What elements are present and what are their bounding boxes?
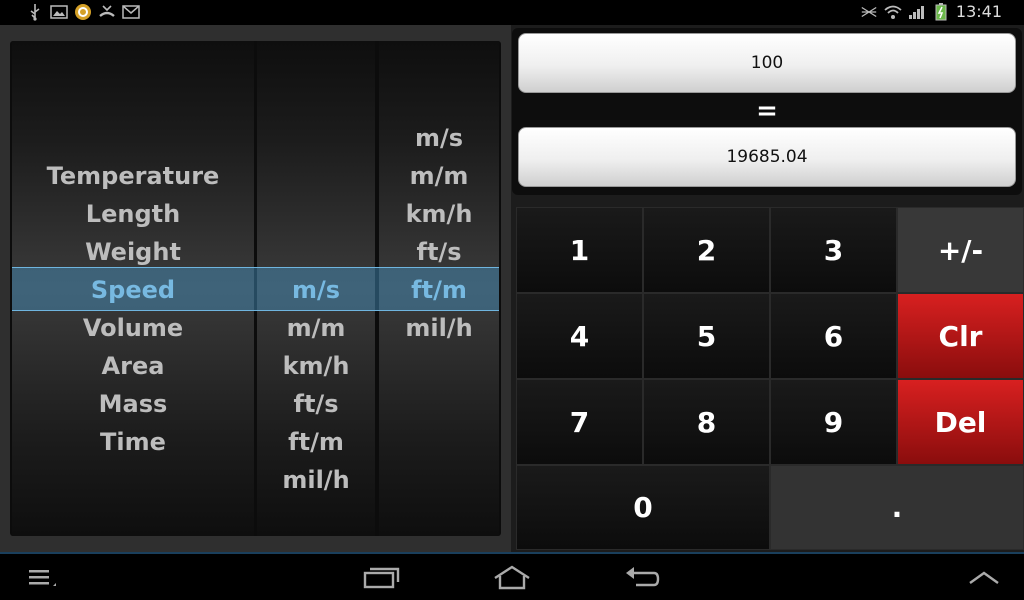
status-bar: 13:41 (0, 0, 1024, 25)
missed-call-icon (98, 3, 116, 21)
menu-icon[interactable] (22, 562, 62, 594)
clock-time: 13:41 (955, 2, 1002, 21)
decimal-point-button[interactable]: . (770, 465, 1024, 550)
from-unit-option[interactable]: mil/h (257, 461, 375, 499)
category-option[interactable]: Time (12, 423, 254, 461)
mail-icon (122, 3, 140, 21)
wifi-icon (884, 3, 902, 21)
to-unit-option[interactable]: m/s (379, 119, 499, 157)
result-value-field: 19685.04 (518, 127, 1016, 187)
conversion-display: 100 = 19685.04 (512, 28, 1022, 195)
key-5[interactable]: 5 (643, 293, 770, 379)
battery-icon (932, 2, 950, 21)
back-icon[interactable] (622, 562, 662, 594)
equals-sign: = (756, 96, 778, 126)
key-1[interactable]: 1 (516, 207, 643, 293)
expand-icon[interactable] (964, 562, 1004, 594)
key-6[interactable]: 6 (770, 293, 897, 379)
image-icon (50, 3, 68, 21)
category-option[interactable]: Area (12, 347, 254, 385)
from-unit-option[interactable]: ft/s (257, 385, 375, 423)
signal-icon (908, 3, 926, 21)
key-4[interactable]: 4 (516, 293, 643, 379)
to-unit-option[interactable]: m/m (379, 157, 499, 195)
from-unit-option[interactable]: m/m (257, 309, 375, 347)
keypad: 1 2 3 +/- 4 5 6 Clr 7 8 9 Del 0 . (516, 207, 1024, 550)
key-3[interactable]: 3 (770, 207, 897, 293)
clear-button[interactable]: Clr (897, 293, 1024, 379)
from-unit-option[interactable]: ft/m (257, 423, 375, 461)
key-0[interactable]: 0 (516, 465, 770, 550)
unit-converter-app: Temperature Length Weight Speed Volume A… (0, 25, 1024, 552)
to-unit-option[interactable]: mil/h (379, 309, 499, 347)
key-8[interactable]: 8 (643, 379, 770, 465)
from-unit-option[interactable]: km/h (257, 347, 375, 385)
category-option[interactable]: Length (12, 195, 254, 233)
unit-picker: Temperature Length Weight Speed Volume A… (10, 41, 501, 536)
recent-apps-icon[interactable] (362, 562, 402, 594)
nfc-icon (860, 3, 878, 21)
navigation-bar (0, 552, 1024, 600)
category-option[interactable]: Volume (12, 309, 254, 347)
usb-icon (26, 3, 44, 21)
sync-icon (74, 3, 92, 21)
key-2[interactable]: 2 (643, 207, 770, 293)
key-7[interactable]: 7 (516, 379, 643, 465)
input-value-field[interactable]: 100 (518, 33, 1016, 93)
to-unit-option[interactable]: ft/s (379, 233, 499, 271)
delete-button[interactable]: Del (897, 379, 1024, 465)
selection-highlight (12, 267, 499, 311)
home-icon[interactable] (492, 562, 532, 594)
key-9[interactable]: 9 (770, 379, 897, 465)
to-unit-option[interactable]: km/h (379, 195, 499, 233)
plus-minus-button[interactable]: +/- (897, 207, 1024, 293)
category-option[interactable]: Temperature (12, 157, 254, 195)
category-option[interactable]: Weight (12, 233, 254, 271)
category-option[interactable]: Mass (12, 385, 254, 423)
